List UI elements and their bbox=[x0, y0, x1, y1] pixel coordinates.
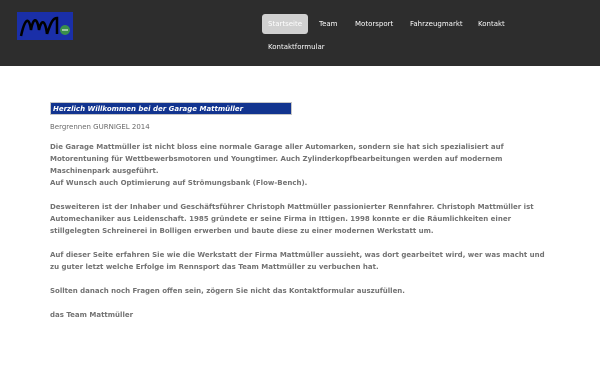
nav-fahrzeugmarkt[interactable]: Fahrzeugmarkt bbox=[404, 14, 469, 34]
top-navigation-bar: Startseite Team Motorsport Fahrzeugmarkt… bbox=[0, 0, 600, 66]
site-logo[interactable] bbox=[17, 12, 73, 40]
main-content: Herzlich Willkommen bei der Garage Mattm… bbox=[50, 102, 550, 321]
page-subtitle: Bergrennen GURNIGEL 2014 bbox=[50, 123, 150, 131]
nav-motorsport[interactable]: Motorsport bbox=[349, 14, 399, 34]
paragraph: Auf dieser Seite erfahren Sie wie die We… bbox=[50, 251, 545, 271]
signature: das Team Mattmüller bbox=[50, 311, 134, 319]
intro-text: Die Garage Mattmüller ist nicht bloss ei… bbox=[50, 141, 550, 321]
paragraph: Sollten danach noch Fragen offen sein, z… bbox=[50, 287, 405, 295]
paragraph: Auf Wunsch auch Optimierung auf Strömung… bbox=[50, 179, 308, 187]
nav-startseite[interactable]: Startseite bbox=[262, 14, 309, 34]
nav-kontaktformular[interactable]: Kontaktformular bbox=[262, 37, 331, 57]
nav-kontakt[interactable]: Kontakt bbox=[472, 14, 511, 34]
welcome-banner: Herzlich Willkommen bei der Garage Mattm… bbox=[50, 102, 292, 115]
paragraph: Die Garage Mattmüller ist nicht bloss ei… bbox=[50, 143, 504, 175]
paragraph: Desweiteren ist der Inhaber und Geschäft… bbox=[50, 203, 534, 235]
nav-team[interactable]: Team bbox=[313, 14, 344, 34]
